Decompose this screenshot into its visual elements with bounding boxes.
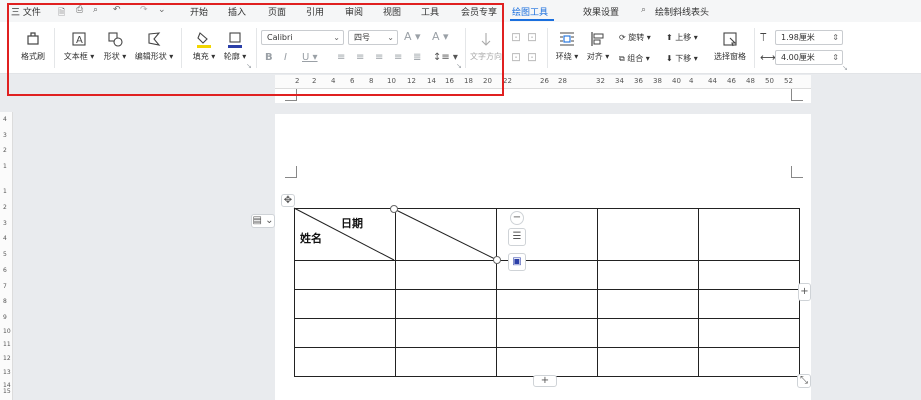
zoom-out-icon[interactable]: − [510,211,524,225]
header-name-label: 姓名 [300,232,322,245]
resize-table-icon[interactable]: ⤡ [797,374,811,388]
header-date-label: 日期 [341,217,363,230]
selected-diagonal-line[interactable] [393,208,498,261]
table-move-handle-icon[interactable]: ✥ [281,194,295,207]
wrap-layout-icon[interactable]: ☰ [508,228,526,246]
line-endpoint-handle[interactable] [390,205,398,213]
diagonal-lines-layer [293,207,498,261]
line-endpoint-handle[interactable] [493,256,501,264]
add-column-icon[interactable]: + [798,283,811,301]
table-layout-icon[interactable]: ▤ ⌄ [251,214,275,228]
add-row-icon[interactable]: + [533,375,557,387]
outline-style-icon[interactable]: ▣ [508,253,526,271]
